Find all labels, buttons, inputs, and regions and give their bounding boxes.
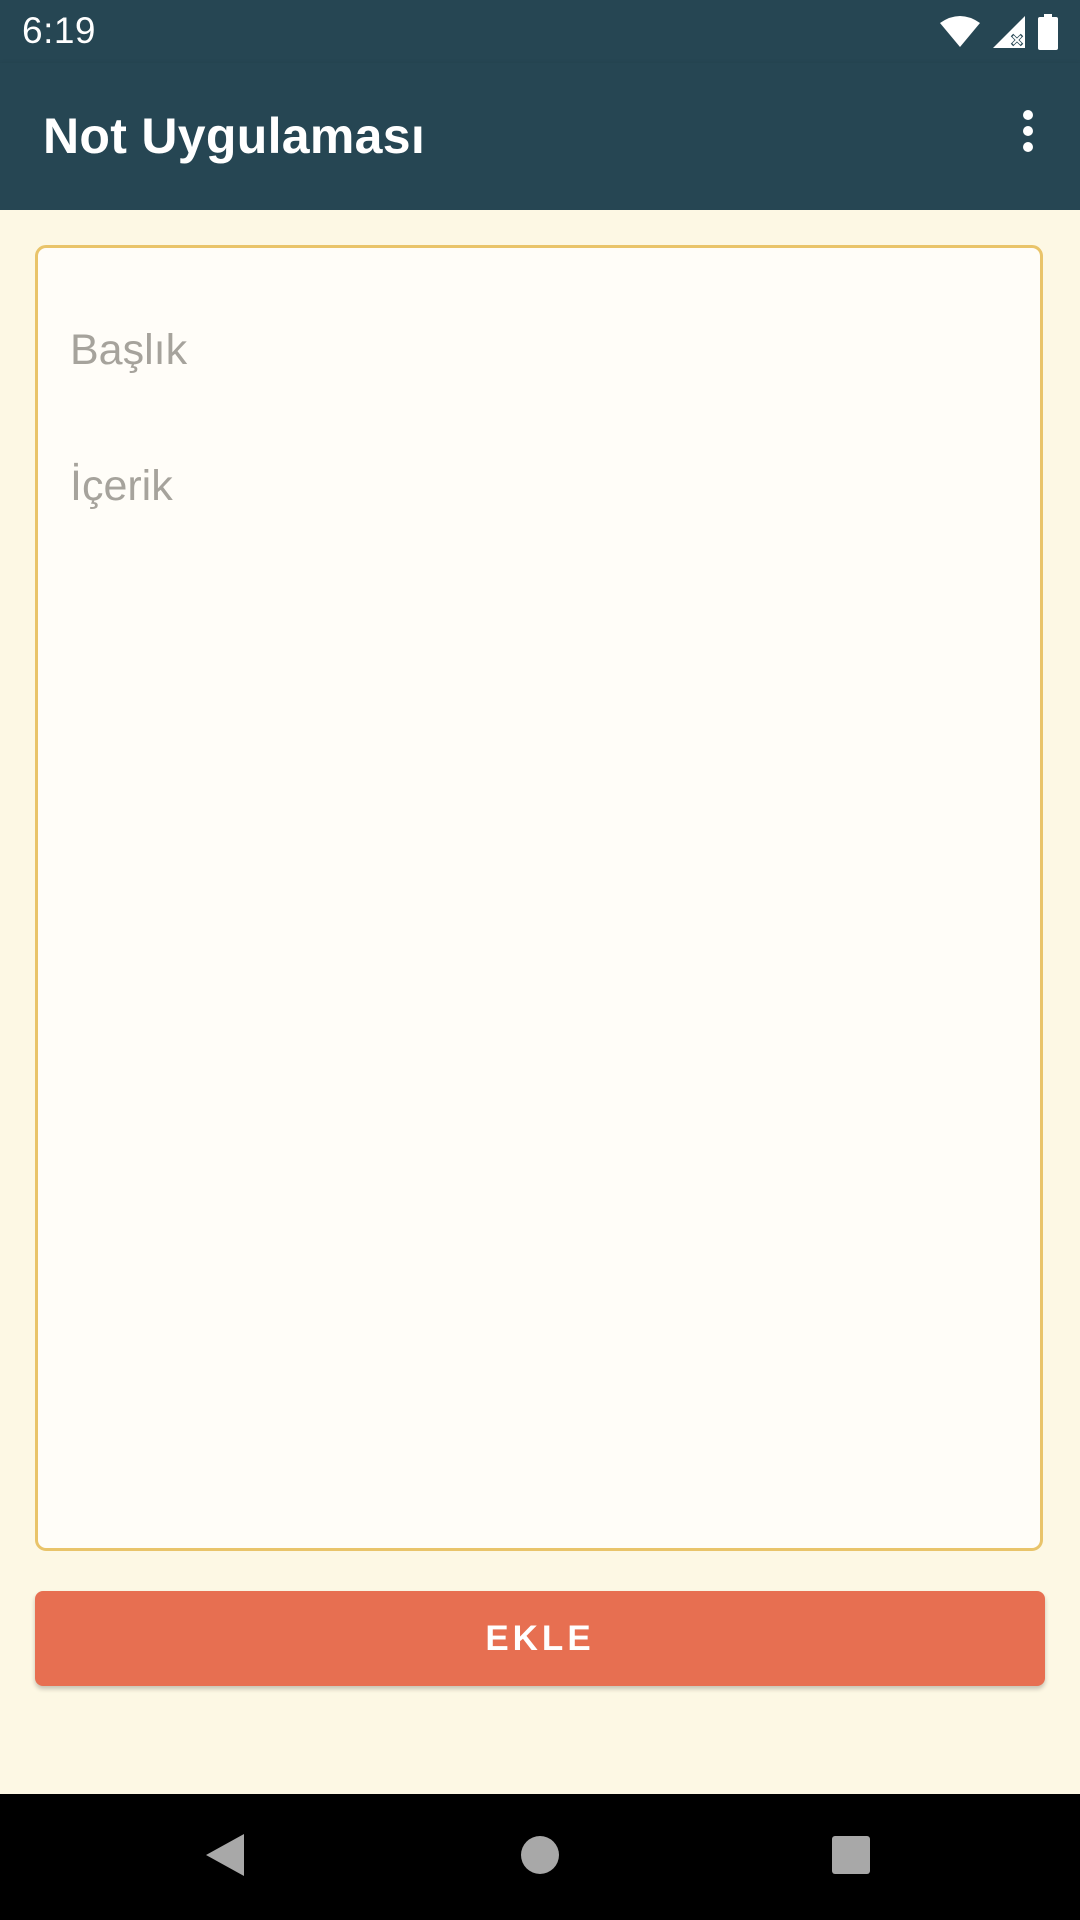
back-icon — [204, 1832, 246, 1883]
status-time: 6:19 — [22, 10, 97, 51]
title-input[interactable] — [70, 320, 970, 380]
wifi-icon — [940, 16, 980, 48]
cellular-signal-icon — [992, 15, 1026, 49]
add-button[interactable]: EKLE — [35, 1591, 1045, 1686]
home-icon — [520, 1835, 560, 1880]
app-bar: Not Uygulaması — [0, 63, 1080, 210]
navigation-bar — [0, 1794, 1080, 1920]
content-input[interactable] — [70, 462, 1010, 1512]
battery-icon — [1038, 14, 1058, 50]
recents-icon — [831, 1835, 871, 1880]
overflow-menu-button[interactable] — [996, 101, 1060, 165]
note-card — [35, 245, 1043, 1551]
recents-button[interactable] — [811, 1817, 891, 1897]
app-title: Not Uygulaması — [43, 108, 426, 164]
home-button[interactable] — [500, 1817, 580, 1897]
status-bar: 6:19 — [0, 0, 1080, 63]
back-button[interactable] — [185, 1817, 265, 1897]
more-vert-icon — [1021, 109, 1035, 158]
status-icons — [940, 12, 1058, 52]
note-form: EKLE — [0, 210, 1080, 1794]
